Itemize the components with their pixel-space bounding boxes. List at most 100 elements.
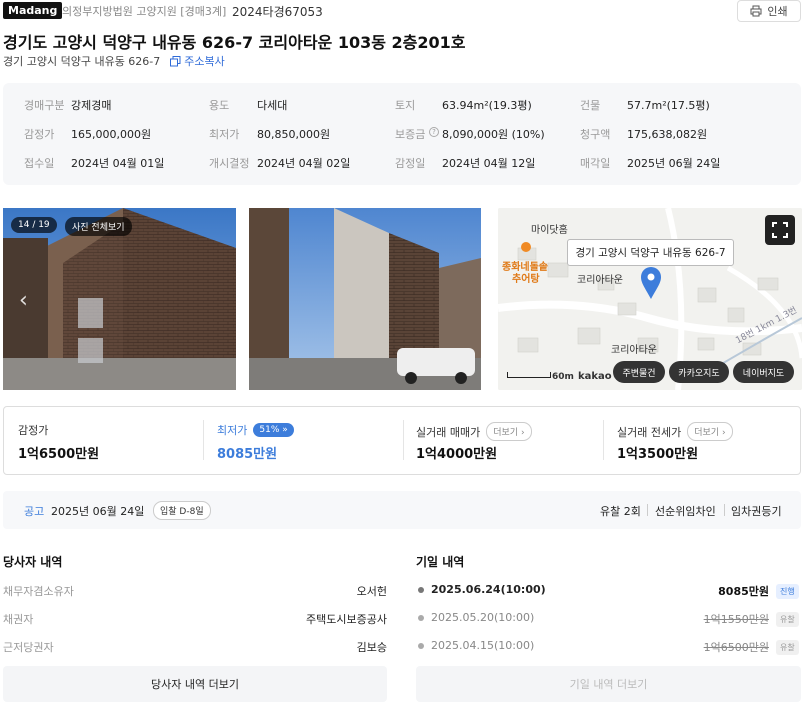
copy-address-label: 주소복사 [184,55,225,68]
price-appraisal: 감정가 1억6500만원 [4,407,204,474]
nearby-items-button[interactable]: 주변물건 [613,361,665,383]
info-land: 토지 63.94m²(19.3평) [395,97,532,113]
court-name: 의정부지방법원 고양지원 [경매3계] [62,5,227,18]
info-value: 2024년 04월 01일 [71,157,165,170]
history-dot [418,587,424,593]
party-name: 주택도시보증공사 [306,613,387,626]
info-auction-type: 경매구분 강제경매 [24,97,111,113]
price-value: 1억4000만원 [416,447,498,462]
history-more-button[interactable]: 기일 내역 더보기 [416,666,801,702]
info-value: 175,638,082원 [627,128,708,141]
info-value: 강제경매 [71,99,112,112]
map-poi-label: 코리아타운 [611,345,657,356]
map-scale-label: 60m [552,372,574,382]
history-date: 2025.06.24(10:00) [431,583,546,596]
price-value: 1억6500만원 [18,447,100,462]
map-pin-icon[interactable] [640,266,662,300]
more-jeonse-button[interactable]: 더보기 › [687,422,733,441]
info-label: 최저가 [209,128,240,141]
property-photo-2[interactable] [249,208,481,390]
info-label: 보증금 [395,128,426,141]
naver-map-button[interactable]: 네이버지도 [733,361,794,383]
expand-map-button[interactable] [765,215,795,245]
address-line: 경기 고양시 덕양구 내유동 626-7 주소복사 [3,53,225,69]
info-value: 8,090,000원 (10%) [442,128,545,141]
status-badge: 유찰 [776,612,799,627]
price-label: 최저가 [217,424,248,437]
info-value: 63.94m²(19.3평) [442,99,532,112]
price-actual-jeonse: 실거래 전세가 더보기 › 1억3500만원 [604,407,800,474]
history-price: 1억6500만원 [703,641,769,654]
price-label: 감정가 [18,424,49,437]
history-section-title: 기일 내역 [416,555,465,569]
property-photo-1[interactable]: 14 / 19 사진 전체보기 ‹ [3,208,236,390]
info-label: 접수일 [24,157,55,170]
info-label: 청구액 [580,128,611,141]
more-sale-button[interactable]: 더보기 › [486,422,532,441]
info-building: 건물 57.7m²(17.5평) [580,97,710,113]
auction-info-panel: 경매구분 강제경매 용도 다세대 토지 63.94m²(19.3평) 건물 57.7m²… [3,83,801,185]
price-value: 1억3500만원 [617,447,699,462]
more-label: 더보기 [493,428,519,438]
copy-icon [170,55,181,66]
tag-lease-registration: 임차권등기 [731,505,782,518]
rate-badge: 51% » [253,423,294,437]
address-text: 경기 고양시 덕양구 내유동 626-7 [3,55,161,68]
divider [647,504,648,516]
rate-value: 51% [259,425,280,435]
history-price: 8085만원 [718,585,769,598]
map-address-tooltip: 경기 고양시 덕양구 내유동 626-7 [567,239,734,266]
price-label-row: 실거래 매매가 더보기 › [416,422,532,441]
map-poi-label: 마이닷홈 [531,225,568,236]
copy-address-button[interactable]: 주소복사 [170,53,225,69]
case-number: 2024타경67053 [232,5,323,19]
history-dot [418,643,424,649]
info-value: 165,000,000원 [71,128,152,141]
print-label: 인쇄 [767,5,788,18]
notice-bar: 공고 2025년 06월 24일 입찰 D-8일 유찰 2회 선순위임차인 임차… [3,491,801,529]
kakao-map-button[interactable]: 카카오지도 [669,361,729,383]
dday-badge: 입찰 D-8일 [153,501,211,520]
price-label: 실거래 매매가 [416,425,481,439]
status-badge: 유찰 [776,640,799,655]
info-value: 2024년 04월 12일 [442,157,536,170]
info-usage: 용도 다세대 [209,97,287,113]
building-photo-image [249,208,481,390]
history-price: 1억1550만원 [703,613,769,626]
info-label: 감정가 [24,128,55,141]
chevron-right-icon: › [721,428,726,438]
info-value: 2024년 04월 02일 [257,157,351,170]
info-start: 개시결정 2024년 04월 02일 [209,155,350,171]
fail-count: 유찰 2회 [600,505,641,518]
party-role: 근저당권자 [3,641,54,654]
view-all-photos-button[interactable]: 사진 전체보기 [65,217,132,236]
info-label: 감정일 [395,157,426,170]
info-claim: 청구액 175,638,082원 [580,126,707,142]
party-role: 채무자겸소유자 [3,585,74,598]
party-role: 채권자 [3,613,34,626]
more-label: 더보기 [694,428,720,438]
info-label: 토지 [395,99,416,112]
info-value: 57.7m²(17.5평) [627,99,710,112]
info-value: 2025년 06월 24일 [627,157,721,170]
tag-senior-tenant: 선순위임차인 [655,505,716,518]
brand-logo[interactable]: Madang [3,2,63,19]
print-button[interactable]: 인쇄 [737,0,801,22]
chevron-right-icon: › [520,428,525,438]
help-icon[interactable]: ? [429,127,439,137]
price-summary-panel: 감정가 1억6500만원 최저가 51% » 8085만원 실거래 매매가 더보… [3,406,801,475]
map-poi-label: 추어탕 [512,274,540,285]
price-value: 8085만원 [217,447,278,462]
history-date: 2025.04.15(10:00) [431,639,535,652]
parties-more-button[interactable]: 당사자 내역 더보기 [3,666,387,702]
info-sale-date: 매각일 2025년 06월 24일 [580,155,720,171]
price-actual-sale: 실거래 매매가 더보기 › 1억4000만원 [404,407,604,474]
info-label: 용도 [209,99,230,112]
top-bar: Madang 의정부지방법원 고양지원 [경매3계] 2024타경67053 인… [0,0,802,22]
price-minimum: 최저가 51% » 8085만원 [204,407,404,474]
chevron-left-icon[interactable]: ‹ [19,288,28,313]
party-name: 김보승 [356,641,387,654]
notice-date: 2025년 06월 24일 [51,505,145,518]
info-label: 매각일 [580,157,611,170]
info-deposit: 보증금? 8,090,000원 (10%) [395,126,545,142]
